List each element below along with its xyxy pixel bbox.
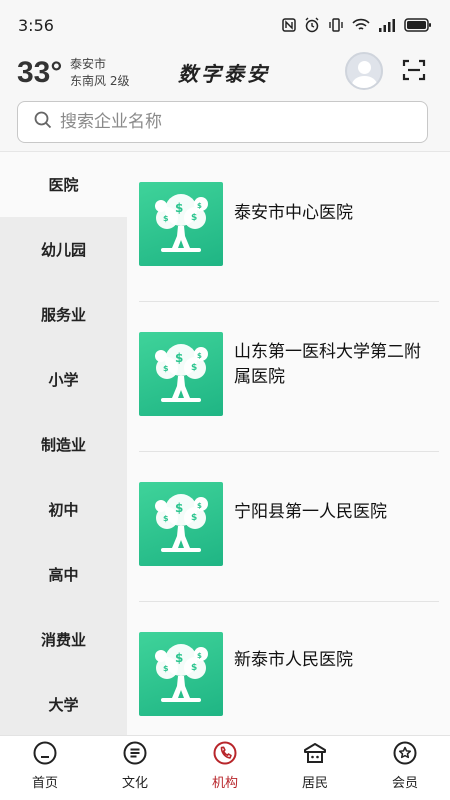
search-icon xyxy=(34,111,52,133)
user-avatar[interactable] xyxy=(345,52,383,90)
nav-resident-label: 居民 xyxy=(301,776,328,791)
nav-home-label: 首页 xyxy=(31,776,58,791)
institution-name: 泰安市中心医院 xyxy=(234,203,353,223)
signal-icon xyxy=(378,17,396,33)
category-item[interactable]: 消费业 xyxy=(0,607,127,672)
svg-text:$: $ xyxy=(191,513,197,523)
svg-text:$: $ xyxy=(175,201,183,215)
status-bar: 3:56 xyxy=(0,0,450,50)
member-star-icon xyxy=(393,741,417,765)
money-tree-icon: $ $ $ $ xyxy=(139,482,223,566)
wind-info: 东南风 2级 xyxy=(70,74,130,88)
search-input[interactable] xyxy=(60,112,400,132)
svg-text:$: $ xyxy=(191,213,197,223)
nav-institution[interactable]: 机构 xyxy=(180,736,270,800)
institution-name: 山东第一医科大学第二附属医院 xyxy=(234,342,421,387)
status-time: 3:56 xyxy=(18,15,54,35)
institution-item[interactable]: $ $ $ $ 泰安市中心医院 xyxy=(127,152,450,302)
category-item[interactable]: 医院 xyxy=(0,152,127,217)
home-icon xyxy=(33,741,57,765)
svg-text:$: $ xyxy=(191,663,197,673)
category-item[interactable]: 初中 xyxy=(0,477,127,542)
resident-icon xyxy=(304,743,326,763)
nfc-icon xyxy=(282,17,296,33)
bottom-nav: 首页 文化 机构 居民 会员 xyxy=(0,735,450,800)
institution-item[interactable]: $ $ $ $ 宁阳县第一人民医院 xyxy=(127,452,450,602)
svg-text:$: $ xyxy=(163,364,169,373)
nav-member[interactable]: 会员 xyxy=(360,736,450,800)
nav-member-label: 会员 xyxy=(391,776,418,791)
list-icon xyxy=(123,741,147,765)
nav-institution-label: 机构 xyxy=(211,776,238,791)
temperature: 33° xyxy=(17,56,63,89)
nav-culture[interactable]: 文化 xyxy=(90,736,180,800)
battery-icon xyxy=(404,17,432,33)
svg-text:$: $ xyxy=(191,363,197,373)
institution-icon xyxy=(213,741,237,765)
category-item[interactable]: 服务业 xyxy=(0,282,127,347)
status-icons xyxy=(282,17,432,33)
city-name: 泰安市 xyxy=(70,57,107,71)
search-bar[interactable] xyxy=(17,101,428,143)
svg-text:$: $ xyxy=(163,664,169,673)
wifi-icon xyxy=(352,17,370,33)
svg-text:$: $ xyxy=(175,351,183,365)
scan-icon[interactable] xyxy=(402,58,426,82)
institution-name: 新泰市人民医院 xyxy=(234,650,353,670)
category-item[interactable]: 制造业 xyxy=(0,412,127,477)
category-item[interactable]: 高中 xyxy=(0,542,127,607)
header: 33° 泰安市 东南风 2级 数字泰安 xyxy=(0,50,450,98)
app-title: 数字泰安 xyxy=(178,62,270,86)
vibrate-icon xyxy=(328,17,344,33)
money-tree-icon: $ $ $ $ xyxy=(139,182,223,266)
institution-name: 宁阳县第一人民医院 xyxy=(234,502,387,522)
category-item[interactable]: 小学 xyxy=(0,347,127,412)
nav-resident[interactable]: 居民 xyxy=(270,736,360,800)
svg-text:$: $ xyxy=(175,651,183,665)
category-sidebar: 医院 幼儿园 服务业 小学 制造业 初中 高中 消费业 大学 xyxy=(0,152,127,735)
category-item[interactable]: 大学 xyxy=(0,672,127,735)
svg-text:$: $ xyxy=(197,352,202,360)
category-item[interactable]: 幼儿园 xyxy=(0,217,127,282)
svg-text:$: $ xyxy=(197,652,202,660)
nav-culture-label: 文化 xyxy=(121,776,148,791)
money-tree-icon: $ $ $ $ xyxy=(139,332,223,416)
institution-list: $ $ $ $ 泰安市中心医院 $ $ $ $ 山东第一医科大学第二附属医院 $ $ $ $ 宁阳… xyxy=(127,152,450,735)
svg-text:$: $ xyxy=(197,202,202,210)
weather-info: 泰安市 东南风 2级 xyxy=(70,56,129,90)
svg-text:$: $ xyxy=(163,214,169,223)
institution-item[interactable]: $ $ $ $ 山东第一医科大学第二附属医院 xyxy=(127,302,450,452)
nav-home[interactable]: 首页 xyxy=(0,736,90,800)
svg-text:$: $ xyxy=(163,514,169,523)
svg-text:$: $ xyxy=(175,501,183,515)
svg-text:$: $ xyxy=(197,502,202,510)
institution-item[interactable]: $ $ $ $ 新泰市人民医院 xyxy=(127,602,450,735)
money-tree-icon: $ $ $ $ xyxy=(139,632,223,716)
alarm-icon xyxy=(304,17,320,33)
